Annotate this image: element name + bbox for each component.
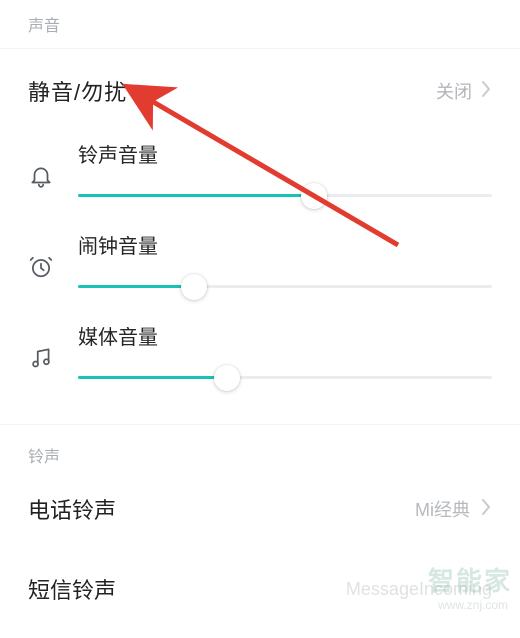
alarm-clock-icon	[28, 230, 68, 280]
media-volume-slider[interactable]	[78, 364, 492, 392]
dnd-status-value: 关闭	[436, 78, 472, 104]
bell-icon	[28, 139, 68, 189]
ring-volume-block: 铃声音量	[0, 133, 520, 224]
section-ringtone-label: 铃声	[0, 425, 520, 469]
alarm-volume-block: 闹钟音量	[0, 224, 520, 315]
phone-ringtone-label: 电话铃声	[28, 493, 116, 525]
dnd-value-wrap: 关闭	[436, 78, 492, 104]
dnd-title: 静音/勿扰	[28, 75, 127, 107]
alarm-volume-slider[interactable]	[78, 273, 492, 301]
sms-ringtone-label: 短信铃声	[28, 573, 116, 605]
slider-thumb[interactable]	[214, 365, 240, 391]
ring-volume-label: 铃声音量	[78, 139, 492, 168]
sms-ringtone-value: MessageIncoming	[346, 579, 492, 600]
chevron-right-icon	[480, 497, 492, 522]
slider-thumb[interactable]	[181, 274, 207, 300]
sms-ringtone-row[interactable]: 短信铃声 MessageIncoming	[0, 549, 520, 615]
ring-volume-slider[interactable]	[78, 182, 492, 210]
music-note-icon	[28, 321, 68, 371]
dnd-row[interactable]: 静音/勿扰 关闭	[0, 49, 520, 133]
section-sound-label: 声音	[0, 0, 520, 38]
phone-ringtone-value: Mi经典	[415, 496, 470, 522]
media-volume-label: 媒体音量	[78, 321, 492, 350]
phone-ringtone-row[interactable]: 电话铃声 Mi经典	[0, 469, 520, 549]
alarm-volume-label: 闹钟音量	[78, 230, 492, 259]
media-volume-block: 媒体音量	[0, 315, 520, 406]
slider-thumb[interactable]	[301, 183, 327, 209]
chevron-right-icon	[480, 79, 492, 104]
